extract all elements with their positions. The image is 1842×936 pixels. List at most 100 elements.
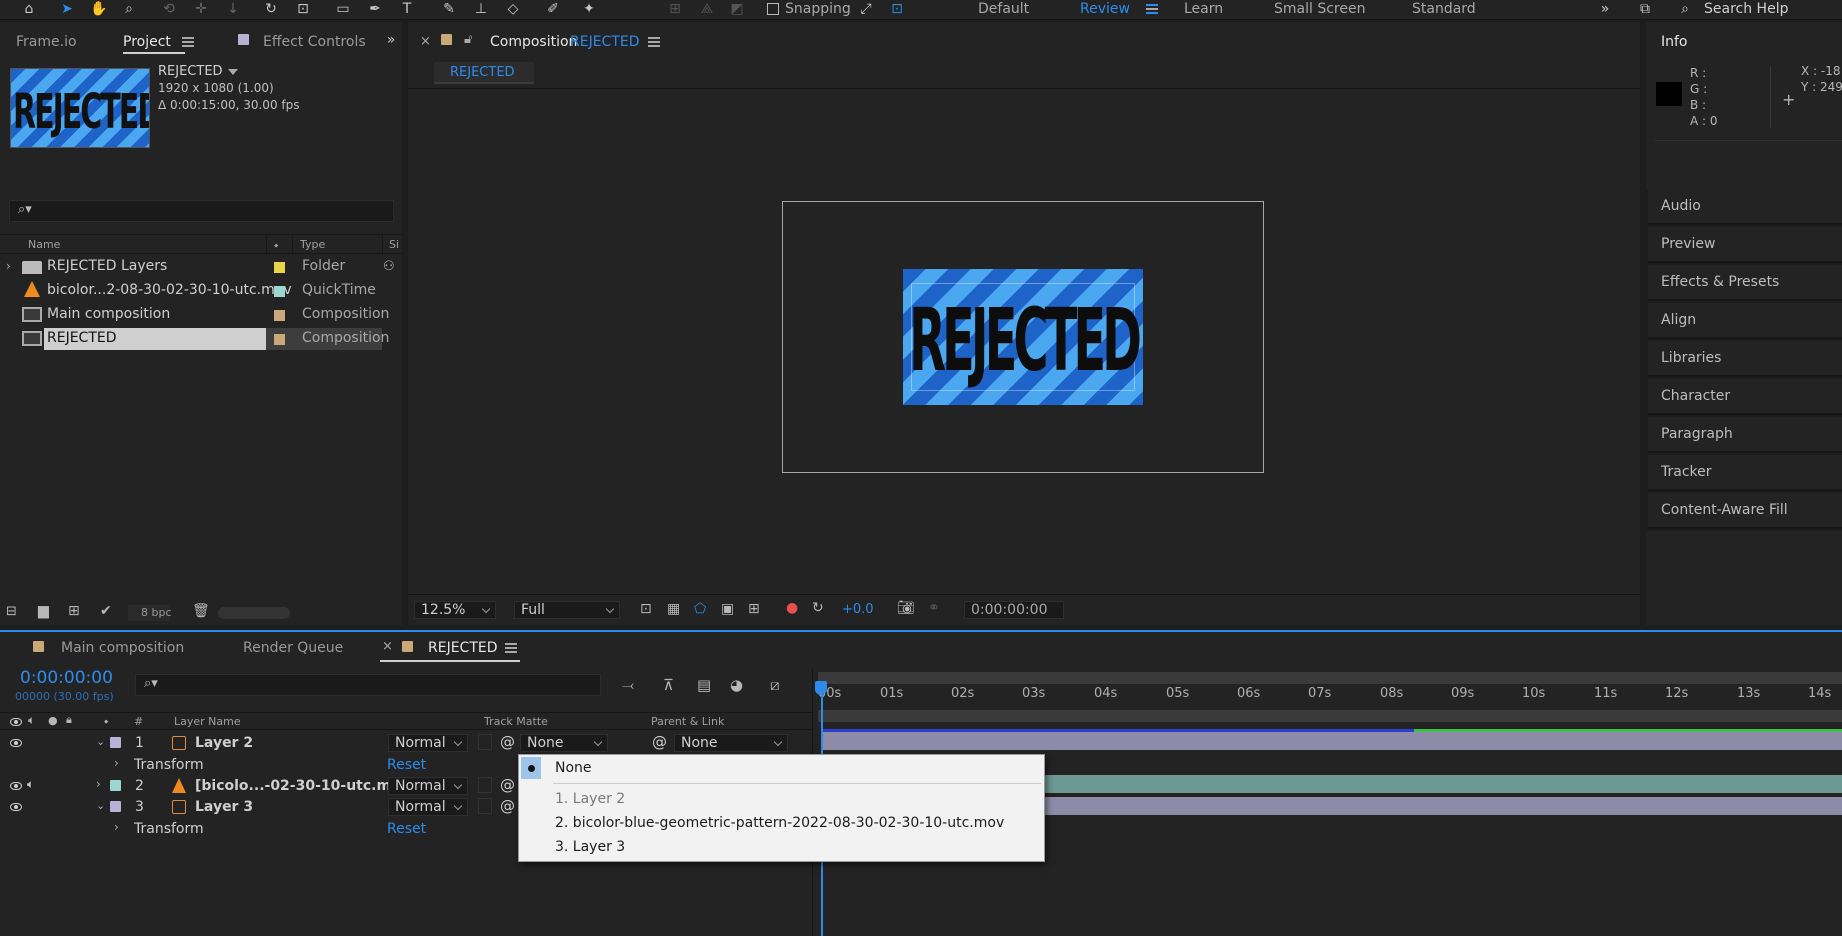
channel-icon[interactable]: ● xyxy=(786,600,798,616)
eye-icon[interactable] xyxy=(10,782,22,790)
hand-tool-icon[interactable]: ✋ xyxy=(90,1,108,17)
search-icon[interactable]: ⌕ xyxy=(1676,1,1694,17)
share-icon[interactable]: ⧉ xyxy=(1636,1,1654,17)
more-workspaces-icon[interactable]: » xyxy=(1596,1,1614,17)
close-icon[interactable]: × xyxy=(382,639,393,654)
comp-preview-image[interactable]: REJECTED xyxy=(903,269,1143,405)
blend-mode-select[interactable]: Normal xyxy=(388,734,468,752)
trash-icon[interactable]: 🗑 xyxy=(192,603,210,619)
comp-menu-icon[interactable] xyxy=(648,37,660,47)
thumbnail-size-slider[interactable] xyxy=(218,607,290,619)
zoom-select[interactable]: 12.5% xyxy=(414,601,496,619)
project-search-input[interactable]: ⌕▾ xyxy=(9,200,394,222)
eraser-tool-icon[interactable]: ◇ xyxy=(504,1,522,17)
panel-overflow-icon[interactable]: » xyxy=(382,32,400,48)
layer-label-swatch[interactable] xyxy=(110,737,121,748)
workspace-review[interactable]: Review xyxy=(1080,0,1130,18)
type-tool-icon[interactable]: T xyxy=(398,1,416,17)
solo-icon[interactable]: ● xyxy=(48,714,58,727)
snapshot-icon[interactable]: 📷︎ xyxy=(897,600,915,616)
panel-content-aware-fill[interactable]: Content-Aware Fill xyxy=(1648,493,1842,529)
column-name[interactable]: Name xyxy=(28,238,60,251)
comp-flowchart-icon[interactable]: ⤙ xyxy=(622,676,634,694)
label-color-swatch[interactable] xyxy=(274,286,285,297)
chevron-right-icon[interactable]: › xyxy=(96,777,101,791)
time-navigator[interactable] xyxy=(818,710,1842,722)
chevron-right-icon[interactable]: › xyxy=(114,820,119,834)
column-parent[interactable]: Parent & Link xyxy=(651,715,724,728)
roto-brush-icon[interactable]: ✐ xyxy=(544,1,562,17)
label-color-swatch[interactable] xyxy=(274,310,285,321)
timeline-menu-icon[interactable] xyxy=(505,643,517,653)
axis-world-icon[interactable]: ⟁ xyxy=(698,1,716,17)
fast-previews-icon[interactable]: ⊡ xyxy=(640,601,652,617)
workspace-default[interactable]: Default xyxy=(978,0,1029,18)
menu-item-bicolor[interactable]: 2. bicolor-blue-geometric-pattern-2022-0… xyxy=(555,815,1004,831)
workspace-small-screen[interactable]: Small Screen xyxy=(1274,0,1365,18)
workspace-standard[interactable]: Standard xyxy=(1412,0,1476,18)
interpret-footage-icon[interactable]: ⊟ xyxy=(6,604,17,619)
zoom-tool-icon[interactable]: ⌕ xyxy=(120,1,138,17)
blend-mode-select[interactable]: Normal xyxy=(388,798,468,816)
label-tag-icon[interactable]: ⬩ xyxy=(274,238,278,253)
snap-mode-icon[interactable]: ⊡ xyxy=(888,1,906,17)
layer-label-swatch[interactable] xyxy=(110,801,121,812)
reset-link[interactable]: Reset xyxy=(387,757,426,773)
pickwhip-icon[interactable]: @ xyxy=(500,797,515,815)
lock-icon[interactable]: 🔒︎ xyxy=(66,713,72,727)
parent-select[interactable]: None xyxy=(674,734,788,752)
tab-render-queue[interactable]: Render Queue xyxy=(243,639,343,657)
puppet-tool-icon[interactable]: ✦ xyxy=(580,1,598,17)
video-toggle-icon[interactable] xyxy=(10,718,22,726)
chevron-right-icon[interactable]: › xyxy=(6,259,11,273)
pan-tool-icon[interactable]: ✛ xyxy=(192,1,210,17)
column-size[interactable]: Si xyxy=(389,238,399,251)
lock-icon[interactable]: 🔓︎ xyxy=(464,32,472,47)
show-snapshot-icon[interactable]: ⚭ xyxy=(928,600,940,616)
grid-guides-icon[interactable]: ⊞ xyxy=(748,601,760,617)
layer-name[interactable]: [bicolo...-02-30-10-utc.mov] xyxy=(195,778,416,794)
bpc-button[interactable]: 8 bpc xyxy=(128,605,172,621)
rectangle-tool-icon[interactable]: ▭ xyxy=(334,1,352,17)
pan-behind-tool-icon[interactable]: ⊡ xyxy=(294,1,312,17)
label-color-swatch[interactable] xyxy=(274,334,285,345)
reset-link[interactable]: Reset xyxy=(387,821,426,837)
project-item-footage[interactable]: bicolor...2-08-30-02-30-10-utc.mov Quick… xyxy=(0,279,398,303)
audio-icon[interactable]: 🔈︎ xyxy=(27,777,34,792)
layer-1-duration-bar[interactable] xyxy=(822,732,1842,750)
panel-character[interactable]: Character xyxy=(1648,379,1842,415)
column-type[interactable]: Type xyxy=(300,238,325,251)
pickwhip-icon[interactable]: @ xyxy=(500,776,515,794)
breadcrumb[interactable]: REJECTED xyxy=(434,62,534,84)
blend-mode-select[interactable]: Normal xyxy=(388,777,468,795)
preserve-transparency-toggle[interactable] xyxy=(478,798,492,814)
axis-view-icon[interactable]: ◩ xyxy=(728,1,746,17)
workspace-menu-icon[interactable] xyxy=(1146,4,1158,14)
breadcrumb-comp[interactable]: REJECTED xyxy=(450,65,515,80)
audio-toggle-icon[interactable]: 🔈︎ xyxy=(28,713,35,728)
layer-row-1[interactable]: ⌄ 1 Layer 2 Normal @ None @ None xyxy=(0,732,812,754)
tab-main-composition[interactable]: Main composition xyxy=(61,639,184,657)
current-time-display[interactable]: 0:00:00:00 xyxy=(964,601,1064,619)
panel-preview[interactable]: Preview xyxy=(1648,227,1842,263)
dolly-tool-icon[interactable]: ↓ xyxy=(224,1,242,17)
exposure-value[interactable]: +0.0 xyxy=(842,602,874,617)
snap-toggle-icon[interactable]: ⤢ xyxy=(857,1,875,17)
timeline-timecode[interactable]: 0:00:00:00 xyxy=(20,668,113,688)
panel-effects-presets[interactable]: Effects & Presets xyxy=(1648,265,1842,301)
transparency-grid-icon[interactable]: ▦ xyxy=(667,601,680,617)
layer-search-input[interactable]: ⌕▾ xyxy=(135,674,601,696)
layer-label-swatch[interactable] xyxy=(110,780,121,791)
snapping-checkbox[interactable] xyxy=(767,3,779,15)
new-folder-icon[interactable]: ▆ xyxy=(38,603,49,619)
menu-item-none[interactable]: None xyxy=(555,760,592,776)
project-menu-icon[interactable] xyxy=(182,37,194,47)
clone-stamp-icon[interactable]: ⊥ xyxy=(472,1,490,17)
frame-blending-icon[interactable]: ▤ xyxy=(697,676,711,694)
search-help-input[interactable]: Search Help xyxy=(1704,0,1788,18)
project-item-folder[interactable]: › REJECTED Layers Folder ⚇ xyxy=(0,255,398,279)
tab-frameio[interactable]: Frame.io xyxy=(16,33,77,51)
pen-tool-icon[interactable]: ✒ xyxy=(366,1,384,17)
eye-icon[interactable] xyxy=(10,803,22,811)
close-icon[interactable]: × xyxy=(420,34,431,49)
